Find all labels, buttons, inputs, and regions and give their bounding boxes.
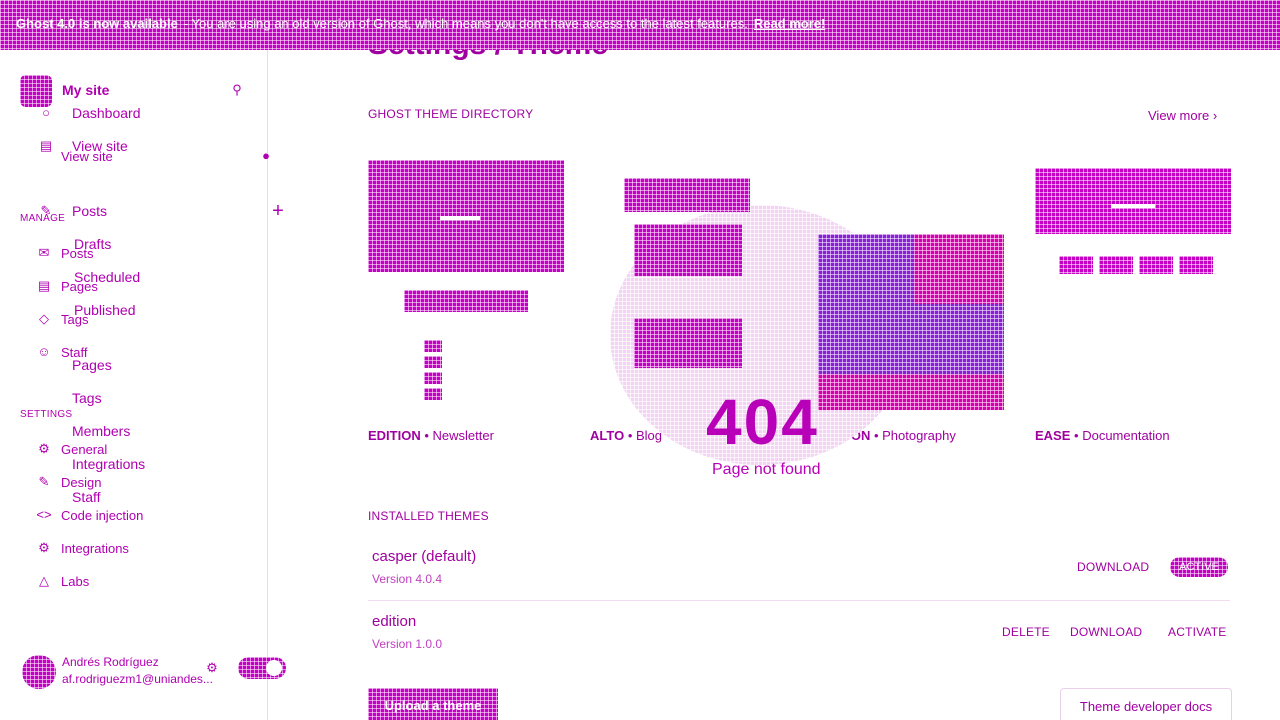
theme-docs-button[interactable]: Theme developer docs [1060, 688, 1232, 720]
labs-icon: △ [39, 573, 49, 588]
avatar[interactable] [22, 655, 56, 689]
directory-heading: GHOST THEME DIRECTORY [368, 107, 534, 121]
integrations-icon: ⚙ [38, 540, 50, 555]
theme-card-alto[interactable] [624, 172, 764, 400]
manage-item-staff[interactable]: Staff [61, 345, 88, 360]
manage-item-view-site[interactable]: View site [61, 149, 113, 164]
dashboard-icon: ○ [42, 105, 50, 120]
site-logo[interactable] [20, 75, 52, 107]
general-icon: ⚙ [38, 441, 50, 456]
chevron-right-icon: › [1212, 108, 1218, 123]
sidebar-item-integrations[interactable]: Integrations [72, 456, 145, 472]
sidebar: My site ⚲ ○ Dashboard ▤ View site ✎ Post… [0, 0, 286, 720]
settings-item-integrations[interactable]: Integrations [61, 541, 129, 556]
settings-item-labs[interactable]: Labs [61, 574, 89, 589]
theme-card-edition[interactable] [368, 160, 564, 400]
view-site-icon: ▤ [39, 138, 53, 153]
theme-caption-ease: EASE • Documentation [1035, 428, 1170, 443]
main-content: Settings / Theme GHOST THEME DIRECTORY V… [268, 0, 1280, 720]
settings-item-general[interactable]: General [61, 442, 107, 457]
sidebar-item-posts[interactable]: Posts [72, 203, 107, 219]
settings-item-design[interactable]: Design [61, 475, 101, 490]
activate-button[interactable]: ACTIVATE [1168, 625, 1227, 639]
view-more-label: View more [1148, 108, 1210, 123]
upload-theme-button[interactable]: Upload a theme [368, 688, 498, 720]
error-message: Page not found [712, 461, 821, 478]
banner-text: - You are using an old version of Ghost,… [183, 16, 748, 31]
search-icon[interactable]: ⚲ [229, 82, 245, 98]
staff-icon: ☺ [37, 344, 51, 359]
status-badge: ACTIVE [1170, 557, 1228, 577]
post-icon: ✉ [38, 245, 50, 260]
installed-heading: INSTALLED THEMES [368, 509, 489, 523]
download-button[interactable]: DOWNLOAD [1070, 625, 1142, 639]
page-icon: ▤ [37, 278, 51, 293]
sidebar-item-tags[interactable]: Tags [72, 390, 102, 406]
manage-item-posts[interactable]: Posts [61, 246, 94, 261]
gear-icon[interactable]: ⚙ [204, 660, 220, 676]
installed-theme-version: Version 4.0.4 [372, 572, 443, 586]
installed-theme-version: Version 1.0.0 [372, 637, 443, 651]
divider [368, 600, 1230, 601]
theme-category-alto: • Blog [627, 428, 662, 443]
settings-heading: SETTINGS [20, 409, 73, 420]
site-name[interactable]: My site [62, 82, 109, 98]
sidebar-item-dashboard[interactable]: Dashboard [72, 105, 141, 121]
installed-theme-name: edition [372, 613, 417, 630]
user-name[interactable]: Andrés Rodríguez [62, 655, 159, 669]
download-button[interactable]: DOWNLOAD [1077, 560, 1149, 574]
delete-button[interactable]: DELETE [1002, 625, 1050, 639]
banner-headline: Ghost 4.0 is now available [16, 16, 178, 31]
theme-category-ease: • Documentation [1074, 428, 1170, 443]
view-more-link[interactable]: View more › [1148, 108, 1217, 123]
theme-card-ease[interactable] [1035, 168, 1231, 398]
code-icon: <> [36, 507, 52, 522]
manage-item-tags[interactable]: Tags [61, 312, 88, 327]
error-code: 404 [706, 386, 819, 458]
sidebar-item-staff[interactable]: Staff [72, 489, 101, 505]
sidebar-item-members[interactable]: Members [72, 423, 130, 439]
manage-heading: MANAGE [20, 213, 66, 224]
theme-caption-edition: EDITION • Newsletter [368, 428, 494, 443]
design-icon: ✎ [38, 474, 50, 489]
theme-name-alto: ALTO [590, 428, 625, 443]
theme-caption-alto: ALTO • Blog [590, 428, 662, 443]
theme-category-london: • Photography [873, 428, 956, 443]
theme-name-ease: EASE [1035, 428, 1071, 443]
manage-item-pages[interactable]: Pages [61, 279, 98, 294]
update-banner: Ghost 4.0 is now available - You are usi… [0, 0, 1280, 50]
theme-card-london[interactable] [818, 234, 1004, 410]
settings-item-code-injection[interactable]: Code injection [61, 508, 143, 523]
banner-read-more-link[interactable]: Read more! [754, 16, 826, 31]
theme-name-edition: EDITION [368, 428, 421, 443]
user-email: af.rodriguezm1@uniandes... [62, 672, 213, 686]
tag-icon: ◇ [39, 311, 49, 326]
installed-theme-name: casper (default) [372, 548, 477, 565]
theme-category-edition: • Newsletter [424, 428, 494, 443]
